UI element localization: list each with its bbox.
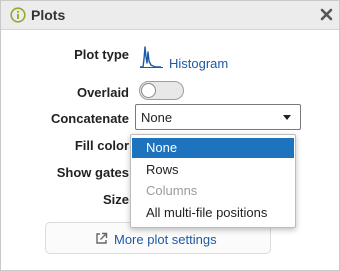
- dropdown-option-columns: Columns: [146, 183, 198, 198]
- panel-title: Plots: [31, 7, 66, 23]
- caret-down-icon: [283, 115, 291, 120]
- panel-titlebar: Plots: [1, 1, 339, 30]
- fill-color-label: Fill color: [74, 138, 129, 153]
- overlaid-label: Overlaid: [76, 85, 129, 100]
- plot-type-value: Histogram: [169, 56, 229, 71]
- concatenate-select[interactable]: None: [135, 104, 301, 130]
- concatenate-dropdown-menu: None Rows Columns All multi-file positio…: [130, 134, 296, 228]
- external-link-icon: [96, 232, 108, 244]
- plot-type-label: Plot type: [74, 47, 129, 62]
- histogram-icon: [140, 46, 163, 68]
- dropdown-option-all-multi-file[interactable]: All multi-file positions: [132, 203, 294, 223]
- concatenate-label: Concatenate: [50, 111, 129, 126]
- show-gates-label: Show gates: [56, 165, 129, 180]
- dropdown-option-rows[interactable]: Rows: [132, 160, 294, 180]
- dropdown-option-none[interactable]: None: [132, 138, 294, 158]
- more-plot-settings-label: More plot settings: [114, 232, 217, 247]
- close-icon[interactable]: [319, 7, 334, 22]
- info-circle-icon: [10, 7, 26, 23]
- plots-panel: Plots Plot type Histogram Overlaid Conca…: [0, 0, 340, 271]
- toggle-knob: [141, 83, 156, 98]
- size-label: Size: [102, 192, 129, 207]
- concatenate-selected-value: None: [141, 110, 173, 125]
- overlaid-toggle[interactable]: [139, 81, 184, 100]
